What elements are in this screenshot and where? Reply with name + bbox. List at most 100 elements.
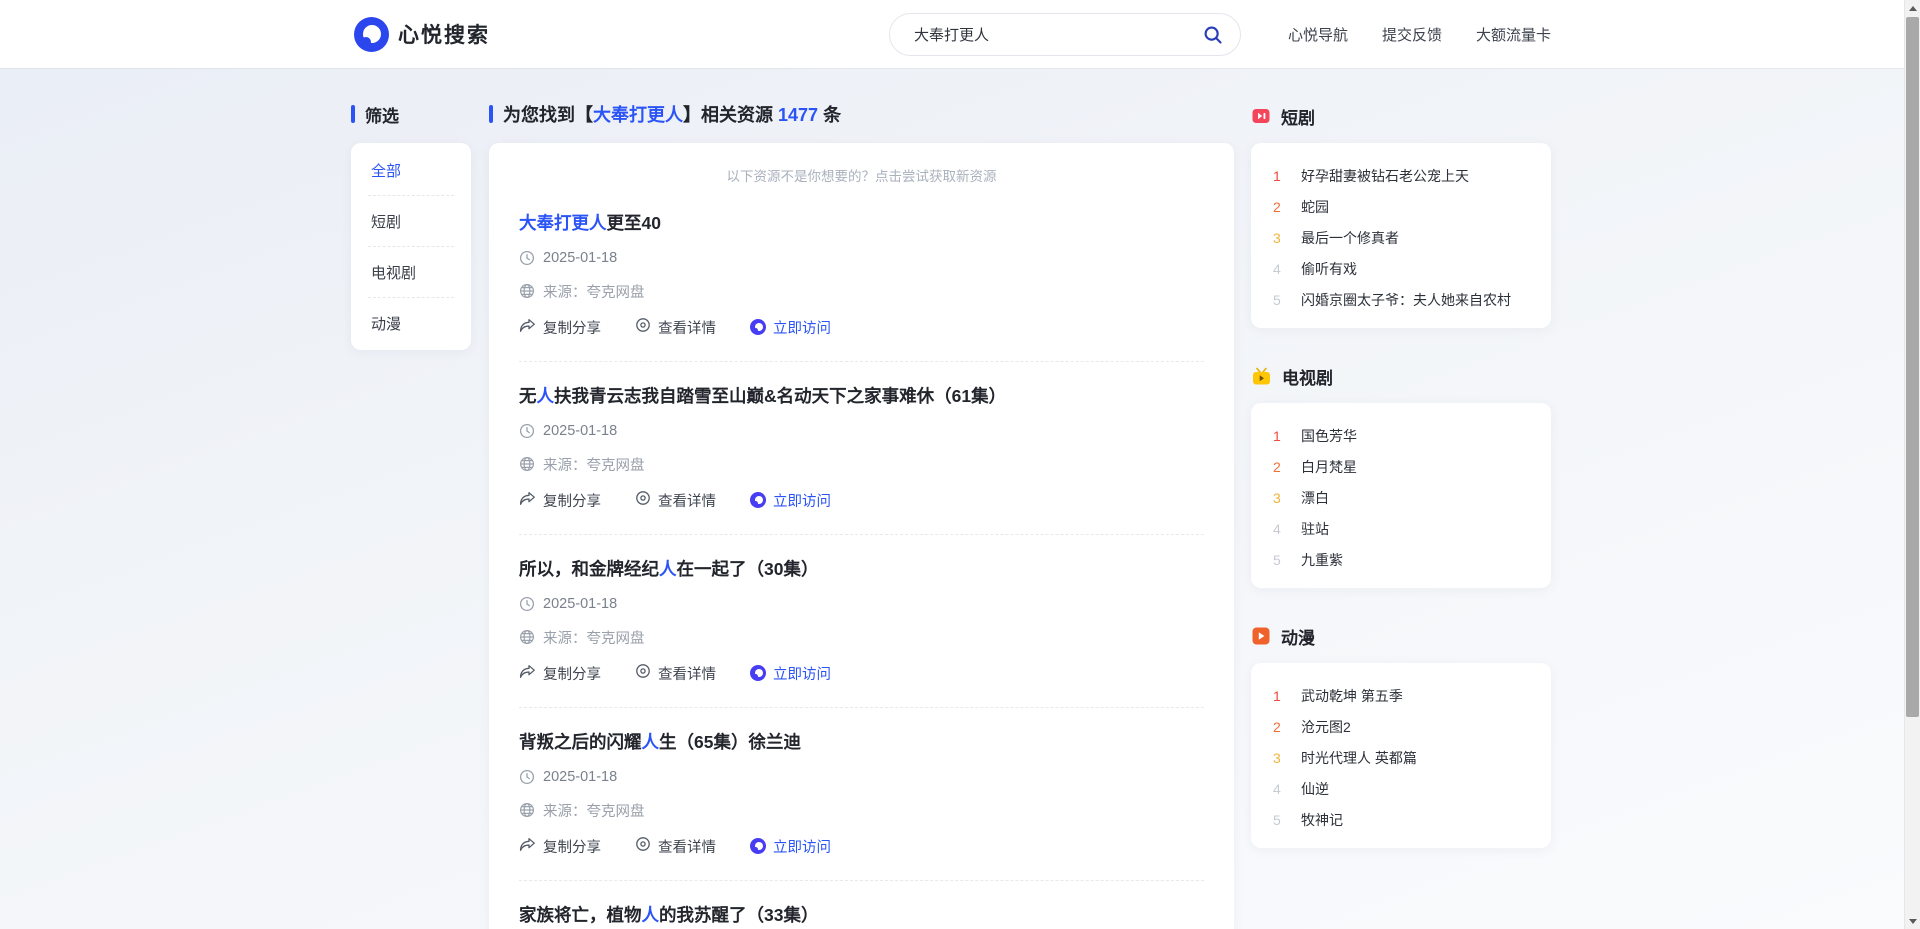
result-actions: 复制分享 查看详情 立即访问 [519,316,1204,338]
results-header-prefix: 为您找到【 [503,105,593,125]
result-title[interactable]: 大奉打更人更至40 [519,211,1204,235]
clock-icon [519,596,535,612]
scroll-up-arrow-icon[interactable] [1905,0,1920,16]
results-header-middle: 】相关资源 [683,105,778,125]
rank-list-item[interactable]: 5闪婚京圈太子爷：夫人她来自农村 [1273,284,1529,315]
result-actions: 复制分享 查看详情 立即访问 [519,662,1204,684]
rank-list-item[interactable]: 4 仙逆 [1273,773,1529,804]
result-title[interactable]: 无人扶我青云志我自踏雪至山巅&名动天下之家事难休（61集） [519,384,1204,408]
brand[interactable]: 心悦搜索 [354,16,490,52]
result-item: 无人扶我青云志我自踏雪至山巅&名动天下之家事难休（61集） 2025-01-18 来… [519,362,1204,535]
result-title[interactable]: 所以，和金牌经纪人在一起了（30集） [519,557,1204,581]
result-date: 2025-01-18 [543,423,617,439]
filter-card: 全部短剧电视剧动漫 [351,143,471,350]
brand-name: 心悦搜索 [398,19,490,49]
view-detail-button[interactable]: 查看详情 [635,836,716,857]
view-detail-button[interactable]: 查看详情 [635,317,716,338]
refresh-notice[interactable]: 以下资源不是你想要的？点击尝试获取新资源 [519,165,1204,185]
globe-icon [519,283,535,299]
scroll-down-arrow-icon[interactable] [1905,913,1920,929]
filter-item-全部[interactable]: 全部 [368,145,454,196]
result-source: 来源：夸克网盘 [543,281,645,302]
search-input[interactable] [890,26,1198,43]
rank-list-item[interactable]: 4偷听有戏 [1273,253,1529,284]
result-title-text: 生（65集）徐兰迪 [659,732,801,752]
rank-number: 4 [1273,781,1288,797]
filter-item-短剧[interactable]: 短剧 [368,196,454,247]
filter-title: 筛选 [365,102,399,127]
result-item: 所以，和金牌经纪人在一起了（30集）2025-01-18来源：夸克网盘复制分享查… [519,535,1204,708]
result-source: 来源：夸克网盘 [543,454,645,475]
rank-number: 3 [1273,230,1288,246]
globe-icon [519,629,535,645]
rank-list-item[interactable]: 2白月梵星 [1273,451,1529,482]
page: 心悦搜索 心悦导航提交反馈大额流量卡 筛选 全部短剧电视剧动漫 为您找到【大奉打… [0,0,1920,929]
section-bar [351,105,355,123]
visit-icon [750,492,766,508]
visit-button[interactable]: 立即访问 [750,317,831,338]
rank-number: 4 [1273,261,1288,277]
rank-list-item[interactable]: 5牧神记 [1273,804,1529,835]
rank-list-item[interactable]: 3时光代理人 英都篇 [1273,742,1529,773]
result-title-text: 的我苏醒了（33集） [659,905,818,925]
rank-number: 2 [1273,459,1288,475]
rank-list-item[interactable]: 4 驻站 [1273,513,1529,544]
filter-panel: 筛选 全部短剧电视剧动漫 [351,104,471,350]
copy-share-button[interactable]: 复制分享 [519,836,601,857]
rank-list-item[interactable]: 1好孕甜妻被钻石老公宠上天 [1273,160,1529,191]
nav-link[interactable]: 心悦导航 [1288,24,1348,45]
clock-icon [519,423,535,439]
search-button[interactable] [1198,24,1240,46]
result-title-text: 人 [642,732,660,752]
results-header-keyword: 大奉打更人 [593,105,683,125]
view-detail-label: 查看详情 [658,490,716,511]
result-title[interactable]: 背叛之后的闪耀人生（65集）徐兰迪 [519,730,1204,754]
result-source-row: 来源：夸克网盘 [519,454,1204,474]
rank-list-item[interactable]: 2沧元图2 [1273,711,1529,742]
filter-item-动漫[interactable]: 动漫 [368,298,454,348]
rank-list-item[interactable]: 2蛇园 [1273,191,1529,222]
search-box [889,13,1241,56]
filter-item-电视剧[interactable]: 电视剧 [368,247,454,298]
view-detail-label: 查看详情 [658,663,716,684]
visit-button[interactable]: 立即访问 [750,836,831,857]
rank-number: 5 [1273,812,1288,828]
nav-link[interactable]: 提交反馈 [1382,24,1442,45]
rank-number: 4 [1273,521,1288,537]
header-nav: 心悦导航 提交反馈 大额流量卡 [1288,0,1551,68]
copy-share-button[interactable]: 复制分享 [519,317,601,338]
visit-label: 立即访问 [773,490,831,511]
rank-item-title: 驻站 [1301,519,1329,539]
scrollbar-thumb[interactable] [1906,17,1919,717]
rank-item-title: 沧元图2 [1301,717,1351,737]
result-source: 来源：夸克网盘 [543,800,645,821]
rank-list-item[interactable]: 3最后一个修真者 [1273,222,1529,253]
result-source: 来源：夸克网盘 [543,627,645,648]
results-header-suffix: 条 [818,105,841,125]
view-detail-button[interactable]: 查看详情 [635,663,716,684]
view-detail-button[interactable]: 查看详情 [635,490,716,511]
rank-item-title: 仙逆 [1301,779,1329,799]
rank-list-item[interactable]: 3漂白 [1273,482,1529,513]
result-date-row: 2025-01-18 [519,248,1204,268]
rank-header-短剧: 短剧 [1251,104,1551,128]
scrollbar[interactable] [1904,0,1920,929]
rank-title: 电视剧 [1282,364,1333,389]
result-title-text: 家族将亡，植物 [519,905,642,925]
rank-list-item[interactable]: 1武动乾坤 第五季 [1273,680,1529,711]
copy-share-button[interactable]: 复制分享 [519,663,601,684]
result-date-row: 2025-01-18 [519,421,1204,441]
result-title[interactable]: 家族将亡，植物人的我苏醒了（33集） [519,903,1204,927]
result-title-text: 人 [537,386,555,406]
section-bar [489,105,493,123]
eye-icon [635,836,651,856]
rank-list-item[interactable]: 1国色芳华 [1273,420,1529,451]
copy-share-button[interactable]: 复制分享 [519,490,601,511]
visit-button[interactable]: 立即访问 [750,490,831,511]
result-item: 大奉打更人更至40 2025-01-18 来源：夸克网盘复制分享 查看详情 立即访问 [519,189,1204,362]
result-source-row: 来源：夸克网盘 [519,800,1204,820]
nav-link[interactable]: 大额流量卡 [1476,24,1551,45]
rank-item-title: 九重紫 [1301,550,1343,570]
rank-list-item[interactable]: 5九重紫 [1273,544,1529,575]
visit-button[interactable]: 立即访问 [750,663,831,684]
